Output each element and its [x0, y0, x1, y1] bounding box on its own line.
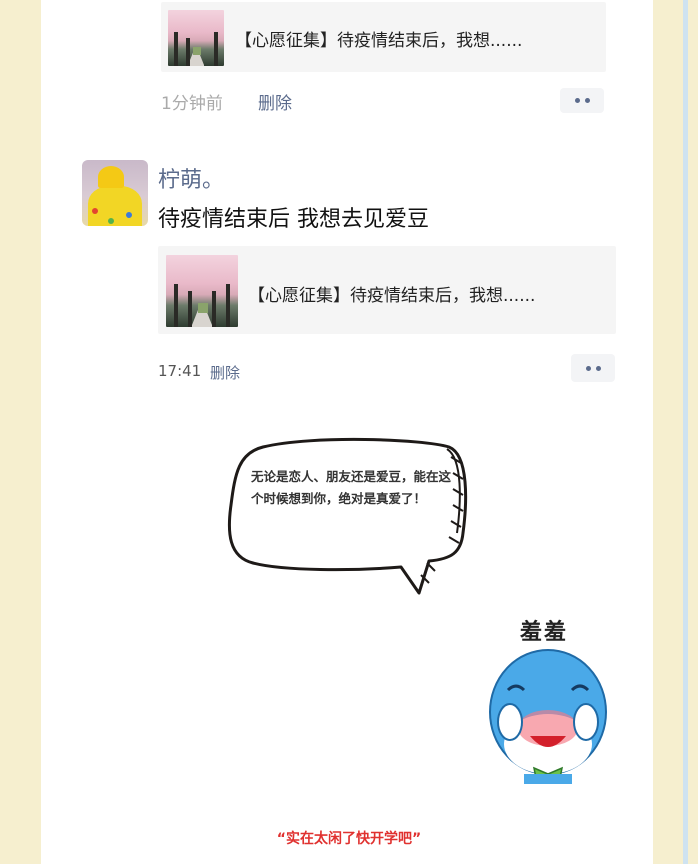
avatar[interactable]: [82, 160, 148, 226]
caption: “实在太闲了快开学吧”: [276, 831, 422, 847]
shy-blue-mascot-icon: [489, 649, 607, 784]
dot-icon: [574, 98, 580, 103]
share-thumbnail: [168, 10, 224, 66]
more-options-button[interactable]: [560, 88, 604, 113]
speech-bubble: [227, 437, 468, 595]
share-card[interactable]: 【心愿征集】待疫情结束后，我想......: [158, 246, 616, 334]
comment-time: 17:41: [158, 362, 202, 380]
delete-link[interactable]: 删除: [258, 89, 292, 114]
more-options-button[interactable]: [571, 354, 615, 382]
share-card[interactable]: 【心愿征集】待疫情结束后，我想......: [161, 2, 606, 72]
speech-bubble-text: 无论是恋人、朋友还是爱豆，能在这个时候想到你，绝对是真爱了！: [251, 469, 452, 506]
share-title: 【心愿征集】待疫情结束后，我想......: [235, 31, 523, 51]
comment-text: 待疫情结束后 我想去见爱豆: [158, 207, 429, 232]
edge-strip: [683, 0, 688, 864]
delete-link[interactable]: 删除: [210, 362, 240, 383]
share-title: 【心愿征集】待疫情结束后，我想......: [248, 286, 536, 306]
share-thumbnail: [166, 255, 238, 327]
dot-icon: [584, 98, 590, 103]
user-name[interactable]: 柠萌。: [158, 162, 224, 194]
sticker-label: 羞羞: [520, 620, 569, 645]
dot-icon: [585, 365, 591, 371]
dot-icon: [595, 365, 601, 371]
comment-time: 1分钟前: [161, 94, 223, 114]
